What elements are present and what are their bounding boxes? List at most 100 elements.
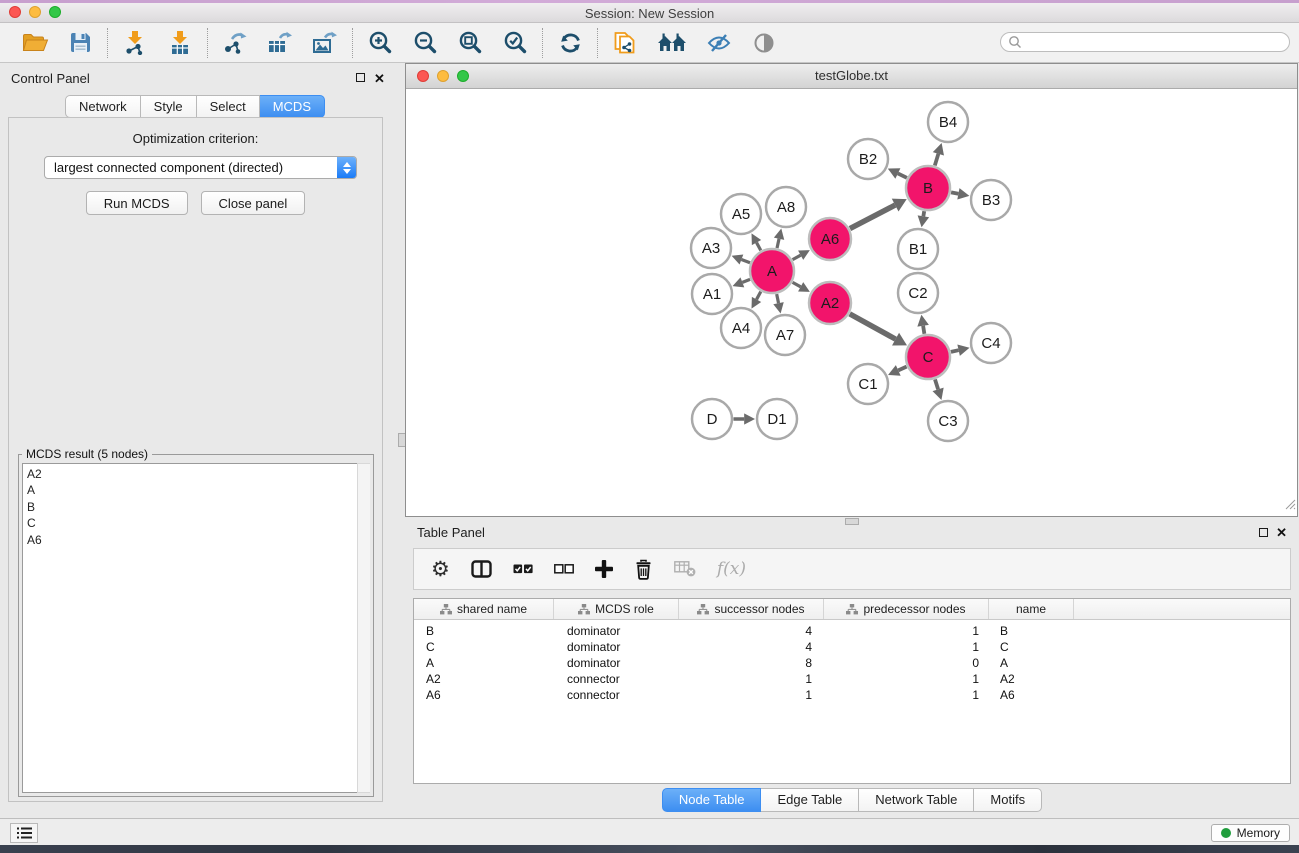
- tab-network[interactable]: Network: [65, 95, 141, 118]
- graph-node-D[interactable]: D: [692, 399, 732, 439]
- graph-node-A5[interactable]: A5: [721, 194, 761, 234]
- graph-node-B3[interactable]: B3: [971, 180, 1011, 220]
- float-table-panel-icon[interactable]: [1259, 528, 1268, 537]
- graph-edge-A-A7[interactable]: [773, 294, 783, 313]
- table-cell[interactable]: 0: [824, 656, 989, 670]
- network-close-button[interactable]: [417, 70, 429, 82]
- table-cell[interactable]: A: [414, 656, 554, 670]
- mcds-result-item[interactable]: A: [27, 482, 369, 498]
- graph-edge-A-A8[interactable]: [774, 228, 784, 248]
- mcds-result-item[interactable]: A2: [27, 466, 369, 482]
- column-header-successor-nodes[interactable]: successor nodes: [679, 599, 824, 619]
- table-cell[interactable]: dominator: [554, 656, 679, 670]
- gear-icon[interactable]: ⚙: [431, 559, 450, 580]
- table-cell[interactable]: A6: [414, 688, 554, 702]
- graph-edge-A-A6[interactable]: [793, 250, 810, 260]
- table-row[interactable]: Bdominator41B: [414, 623, 1290, 639]
- memory-button[interactable]: Memory: [1211, 824, 1290, 842]
- zoom-selected-icon[interactable]: [501, 29, 529, 56]
- graph-node-D1[interactable]: D1: [757, 399, 797, 439]
- eye-icon[interactable]: [750, 29, 778, 56]
- network-zoom-button[interactable]: [457, 70, 469, 82]
- graph-node-C1[interactable]: C1: [848, 364, 888, 404]
- tab-node-table[interactable]: Node Table: [662, 788, 762, 812]
- table-cell[interactable]: dominator: [554, 624, 679, 638]
- table-cell[interactable]: 4: [679, 640, 824, 654]
- mcds-result-item[interactable]: C: [27, 515, 369, 531]
- table-cell[interactable]: 1: [679, 688, 824, 702]
- export-network-icon[interactable]: [221, 29, 249, 56]
- graph-node-A8[interactable]: A8: [766, 187, 806, 227]
- graph-node-A4[interactable]: A4: [721, 308, 761, 348]
- import-network-icon[interactable]: [121, 29, 149, 56]
- graph-edge-A-A2[interactable]: [793, 282, 810, 292]
- table-cell[interactable]: B: [414, 624, 554, 638]
- open-session-icon[interactable]: [21, 29, 49, 56]
- graph-node-C[interactable]: C: [906, 335, 950, 379]
- table-cell[interactable]: A2: [414, 672, 554, 686]
- table-row[interactable]: Cdominator41C: [414, 639, 1290, 655]
- table-row[interactable]: Adominator80A: [414, 655, 1290, 671]
- graph-node-A2[interactable]: A2: [809, 282, 851, 324]
- table-row[interactable]: A2connector11A2: [414, 671, 1290, 687]
- graph-edge-B-B4[interactable]: [933, 143, 944, 165]
- graph-node-C4[interactable]: C4: [971, 323, 1011, 363]
- graph-node-A[interactable]: A: [750, 249, 794, 293]
- graph-node-A1[interactable]: A1: [692, 274, 732, 314]
- search-input[interactable]: [1000, 32, 1290, 52]
- column-header-shared-name[interactable]: shared name: [414, 599, 554, 619]
- close-table-panel-icon[interactable]: ✕: [1276, 527, 1287, 538]
- table-cell[interactable]: A6: [989, 688, 1074, 702]
- graph-node-B1[interactable]: B1: [898, 229, 938, 269]
- save-session-icon[interactable]: [66, 29, 94, 56]
- graph-node-A7[interactable]: A7: [765, 315, 805, 355]
- resize-grip-icon[interactable]: [1283, 497, 1296, 515]
- table-cell[interactable]: 4: [679, 624, 824, 638]
- network-canvas[interactable]: B4B2BB3A8A5A6A3B1AA1C2A2A4A7C4CC1DD1C3: [406, 89, 1297, 516]
- column-header-mcds-role[interactable]: MCDS role: [554, 599, 679, 619]
- table-cell[interactable]: 1: [679, 672, 824, 686]
- graph-edge-C-C3[interactable]: [933, 379, 944, 400]
- graph-edge-A6-B[interactable]: [850, 199, 907, 229]
- tab-motifs[interactable]: Motifs: [974, 788, 1042, 812]
- result-scrollbar[interactable]: [357, 463, 370, 793]
- import-table-icon[interactable]: [166, 29, 194, 56]
- graph-edge-A2-C[interactable]: [850, 314, 907, 346]
- table-cell[interactable]: 8: [679, 656, 824, 670]
- table-cell[interactable]: 1: [824, 624, 989, 638]
- export-image-icon[interactable]: [311, 29, 339, 56]
- graph-edge-A-A4[interactable]: [752, 292, 762, 309]
- zoom-in-icon[interactable]: [366, 29, 394, 56]
- tab-edge-table[interactable]: Edge Table: [761, 788, 859, 812]
- tab-mcds[interactable]: MCDS: [260, 95, 325, 118]
- table-cell[interactable]: 1: [824, 640, 989, 654]
- trash-icon[interactable]: [634, 559, 653, 580]
- graph-edge-C-C4[interactable]: [951, 345, 970, 356]
- tab-select[interactable]: Select: [197, 95, 260, 118]
- graph-edge-A-A5[interactable]: [752, 233, 762, 250]
- run-mcds-button[interactable]: Run MCDS: [86, 191, 188, 215]
- graph-edge-A-A1[interactable]: [733, 277, 751, 287]
- table-cell[interactable]: C: [414, 640, 554, 654]
- export-table-icon[interactable]: [266, 29, 294, 56]
- graph-edge-D-D1[interactable]: [734, 413, 756, 424]
- graph-edge-C-C2[interactable]: [917, 315, 929, 334]
- clone-network-icon[interactable]: [611, 29, 639, 56]
- table-cell[interactable]: 1: [824, 672, 989, 686]
- table-cell[interactable]: C: [989, 640, 1074, 654]
- mcds-result-item[interactable]: B: [27, 499, 369, 515]
- table-cell[interactable]: connector: [554, 672, 679, 686]
- graph-node-A6[interactable]: A6: [809, 218, 851, 260]
- eye-slash-icon[interactable]: [705, 29, 733, 56]
- network-window-titlebar[interactable]: testGlobe.txt: [406, 64, 1297, 89]
- table-cell[interactable]: A: [989, 656, 1074, 670]
- close-panel-icon[interactable]: ✕: [374, 73, 385, 84]
- table-cell[interactable]: 1: [824, 688, 989, 702]
- column-header-name[interactable]: name: [989, 599, 1074, 619]
- home-icon[interactable]: [656, 29, 688, 56]
- graph-edge-C-C1[interactable]: [888, 365, 907, 376]
- table-row[interactable]: A6connector11A6: [414, 687, 1290, 703]
- add-icon[interactable]: [595, 560, 613, 578]
- graph-node-B[interactable]: B: [906, 166, 950, 210]
- graph-node-B2[interactable]: B2: [848, 139, 888, 179]
